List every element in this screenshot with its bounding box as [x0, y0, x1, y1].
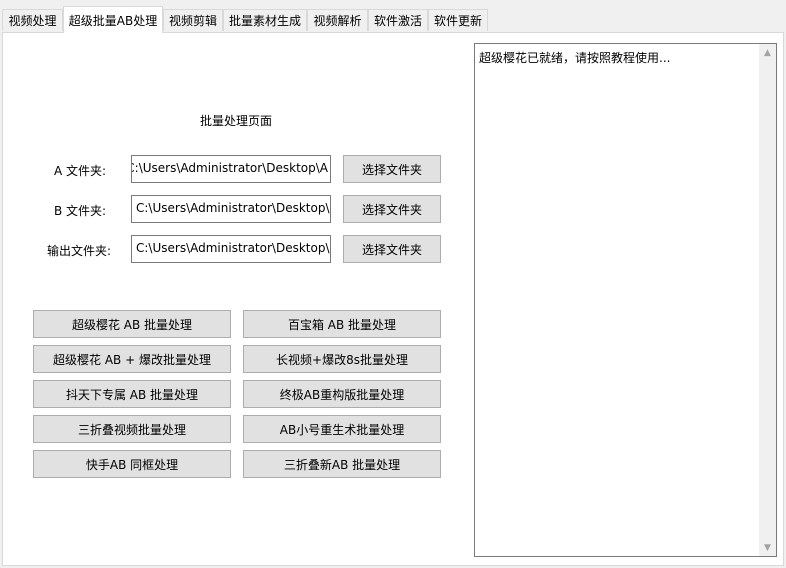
log-text: 超级樱花已就绪，请按照教程使用...: [479, 51, 671, 65]
output-folder-label: 输出文件夹:: [47, 244, 112, 258]
tab-video-parse[interactable]: 视频解析: [307, 9, 368, 31]
scroll-up-arrow-icon[interactable]: ▲: [759, 44, 776, 61]
tab-activation[interactable]: 软件激活: [368, 9, 428, 31]
long-video-remix-button[interactable]: 长视频+爆改8s批量处理: [243, 345, 441, 373]
folder-b-input[interactable]: C:\Users\Administrator\Desktop\: [131, 195, 331, 223]
tab-update[interactable]: 软件更新: [428, 9, 488, 31]
tri-fold-new-ab-button[interactable]: 三折叠新AB 批量处理: [243, 450, 441, 478]
tab-video-editing[interactable]: 视频剪辑: [163, 9, 223, 31]
folder-b-label: B 文件夹:: [54, 204, 107, 218]
scroll-down-arrow-icon[interactable]: ▼: [759, 539, 776, 556]
super-sakura-ab-button[interactable]: 超级樱花 AB 批量处理: [33, 310, 231, 338]
page-title: 批量处理页面: [200, 114, 273, 128]
super-sakura-ab-remix-button[interactable]: 超级樱花 AB + 爆改批量处理: [33, 345, 231, 373]
folder-b-browse-button[interactable]: 选择文件夹: [343, 195, 441, 223]
log-textarea[interactable]: 超级樱花已就绪，请按照教程使用... ▲ ▼: [474, 43, 777, 557]
folder-a-input[interactable]: C:\Users\Administrator\Desktop\A: [131, 155, 331, 183]
tab-batch-material[interactable]: 批量素材生成: [223, 9, 307, 31]
kuaishou-ab-split-screen-button[interactable]: 快手AB 同框处理: [33, 450, 231, 478]
tab-super-batch-ab[interactable]: 超级批量AB处理: [63, 6, 163, 33]
output-folder-browse-button[interactable]: 选择文件夹: [343, 235, 441, 263]
ab-alt-account-rebirth-button[interactable]: AB小号重生术批量处理: [243, 415, 441, 443]
treasure-box-ab-button[interactable]: 百宝箱 AB 批量处理: [243, 310, 441, 338]
output-folder-input[interactable]: C:\Users\Administrator\Desktop\: [131, 235, 331, 263]
tri-fold-video-button[interactable]: 三折叠视频批量处理: [33, 415, 231, 443]
log-scrollbar[interactable]: ▲ ▼: [759, 44, 776, 556]
folder-a-label: A 文件夹:: [54, 164, 107, 178]
folder-a-browse-button[interactable]: 选择文件夹: [343, 155, 441, 183]
douyin-exclusive-ab-button[interactable]: 抖天下专属 AB 批量处理: [33, 380, 231, 408]
tab-video-processing[interactable]: 视频处理: [2, 9, 63, 31]
ultimate-ab-rebuild-button[interactable]: 终极AB重构版批量处理: [243, 380, 441, 408]
